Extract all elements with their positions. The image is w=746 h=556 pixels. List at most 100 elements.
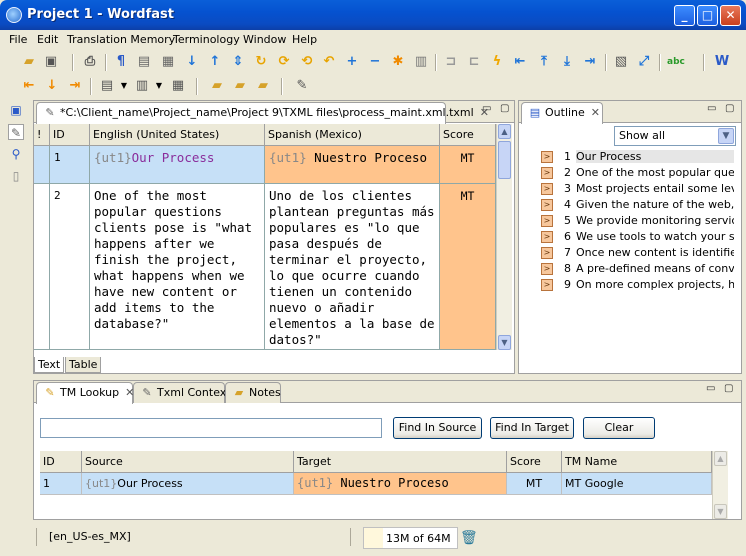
database-icon[interactable]: ▯ bbox=[8, 168, 24, 184]
note-icon[interactable]: ✎ bbox=[294, 78, 310, 94]
column-target[interactable]: Spanish (Mexico) bbox=[265, 124, 440, 146]
star-icon[interactable]: ✱ bbox=[390, 54, 406, 70]
menu-edit[interactable]: Edit bbox=[37, 33, 58, 46]
column-score[interactable]: Score bbox=[507, 451, 562, 473]
column-id[interactable]: ID bbox=[40, 451, 82, 473]
tab-table[interactable]: Table bbox=[65, 357, 102, 373]
export-icon[interactable]: ▦ bbox=[160, 54, 176, 70]
list-item[interactable]: >9 On more complex projects, howe bbox=[519, 277, 741, 293]
segment-left-icon[interactable]: ⊐ bbox=[443, 54, 459, 70]
folder-tm-icon[interactable]: ▰ bbox=[209, 78, 225, 94]
lookup-target[interactable]: {ut1} Nuestro Proceso bbox=[294, 473, 507, 495]
close-button[interactable]: ✕ bbox=[720, 5, 741, 26]
search-perspective-icon[interactable]: ⚲ bbox=[8, 146, 24, 162]
last-icon[interactable]: ⇥ bbox=[582, 54, 598, 70]
arrow-up-icon[interactable]: ↑ bbox=[207, 54, 223, 70]
folder-delete-icon[interactable]: ▰ bbox=[232, 78, 248, 94]
scroll-up-icon[interactable]: ▲ bbox=[498, 124, 511, 139]
clear-button[interactable]: Clear bbox=[583, 417, 655, 439]
tab-tm-lookup[interactable]: ✎ TM Lookup ✕ bbox=[36, 382, 134, 404]
menu-file[interactable]: File bbox=[9, 33, 27, 46]
chevron-down-icon[interactable]: ▼ bbox=[151, 78, 167, 94]
menu-window[interactable]: Window bbox=[243, 33, 286, 46]
print-icon[interactable]: ⎙ bbox=[82, 54, 98, 70]
open-folder-icon[interactable]: ▰ bbox=[21, 54, 37, 70]
column-tm-name[interactable]: TM Name bbox=[562, 451, 712, 473]
target-segment[interactable]: Uno de los clientes plantean preguntas m… bbox=[265, 184, 440, 350]
chevron-down-icon[interactable]: ▼ bbox=[116, 78, 132, 94]
editor-scrollbar[interactable]: ▲ ▼ bbox=[496, 124, 512, 350]
row-flag[interactable] bbox=[34, 184, 50, 350]
lookup-scrollbar[interactable]: ▲ ▼ bbox=[712, 451, 728, 519]
tab-txml-context[interactable]: ✎ Txml Context bbox=[133, 382, 231, 403]
source-segment[interactable]: {ut1}Our Process bbox=[90, 146, 265, 184]
plus-icon[interactable]: + bbox=[344, 54, 360, 70]
view-icon[interactable]: ▦ bbox=[170, 78, 186, 94]
column-source[interactable]: Source bbox=[82, 451, 294, 473]
minus-icon[interactable]: − bbox=[367, 54, 383, 70]
list-item[interactable]: >5 We provide monitoring services bbox=[519, 213, 741, 229]
tab-process-maint[interactable]: ✎ *C:\Client_name\Project_name\Project 9\… bbox=[36, 102, 489, 124]
arrow-down-up-icon[interactable]: ⇕ bbox=[230, 54, 246, 70]
column-target[interactable]: Target bbox=[294, 451, 507, 473]
list-item[interactable]: >4 Given the nature of the web, t bbox=[519, 197, 741, 213]
list-item[interactable]: >8 A pre-defined means of conveya bbox=[519, 261, 741, 277]
list-item[interactable]: >3 Most projects entail some leve bbox=[519, 181, 741, 197]
scroll-thumb[interactable] bbox=[498, 141, 511, 179]
list-item[interactable]: >2 One of the most popular questi bbox=[519, 165, 741, 181]
save-icon[interactable]: ▣ bbox=[43, 54, 59, 70]
maximize-button[interactable]: □ bbox=[697, 5, 718, 26]
lightning-icon[interactable]: ϟ bbox=[489, 54, 505, 70]
new-perspective-icon[interactable]: ▣ bbox=[8, 102, 24, 118]
translate-perspective-icon[interactable]: ✎ bbox=[8, 124, 24, 140]
close-icon[interactable]: ✕ bbox=[591, 106, 600, 119]
word-icon[interactable]: W bbox=[714, 54, 730, 70]
column-flag[interactable]: ! bbox=[34, 124, 50, 146]
commit-all-icon[interactable]: ⟲ bbox=[299, 54, 315, 70]
find-in-source-button[interactable]: Find In Source bbox=[393, 417, 482, 439]
first-icon[interactable]: ⇤ bbox=[512, 54, 528, 70]
find-in-target-button[interactable]: Find In Target bbox=[490, 417, 574, 439]
lock-icon[interactable]: ▥ bbox=[413, 54, 429, 70]
properties-icon[interactable]: ▧ bbox=[613, 54, 629, 70]
minimize-button[interactable]: _ bbox=[674, 5, 695, 26]
folder-add-icon[interactable]: ▰ bbox=[255, 78, 271, 94]
scroll-up-icon[interactable]: ▲ bbox=[714, 451, 727, 466]
row-flag[interactable] bbox=[34, 146, 50, 184]
tm-name[interactable]: MT Google bbox=[562, 473, 712, 495]
table-row-id[interactable]: 1 bbox=[50, 146, 90, 184]
lookup-source[interactable]: {ut1}Our Process bbox=[82, 473, 294, 495]
minimize-view-icon[interactable]: ▭ bbox=[706, 383, 715, 394]
menu-terminology[interactable]: Terminology bbox=[173, 33, 240, 46]
expand-icon[interactable]: ⤢ bbox=[636, 54, 652, 70]
tab-notes[interactable]: ▰ Notes bbox=[225, 382, 281, 403]
spellcheck-icon[interactable]: abc bbox=[667, 54, 685, 70]
chevron-down-icon[interactable]: ▼ bbox=[718, 128, 734, 144]
split-icon[interactable]: ▥ bbox=[134, 78, 150, 94]
table-row-id[interactable]: 1 bbox=[40, 473, 82, 495]
commit-icon[interactable]: ↻ bbox=[253, 54, 269, 70]
scroll-down-icon[interactable]: ▼ bbox=[498, 335, 511, 350]
list-item[interactable]: >1 Our Process bbox=[519, 149, 741, 165]
commit-next-icon[interactable]: ⟳ bbox=[276, 54, 292, 70]
tab-outline[interactable]: ▤ Outline ✕ bbox=[521, 102, 603, 124]
next-icon[interactable]: ⇥ bbox=[67, 78, 83, 94]
undo-icon[interactable]: ↶ bbox=[321, 54, 337, 70]
maximize-view-icon[interactable]: ▢ bbox=[724, 383, 733, 394]
tab-text[interactable]: Text bbox=[34, 357, 65, 373]
copy-source-icon[interactable]: ▤ bbox=[136, 54, 152, 70]
prev-icon[interactable]: ⇤ bbox=[21, 78, 37, 94]
source-segment[interactable]: One of the most popular questions client… bbox=[90, 184, 265, 350]
scroll-down-icon[interactable]: ▼ bbox=[714, 504, 727, 519]
arrow-down-icon[interactable]: ↓ bbox=[184, 54, 200, 70]
pilcrow-icon[interactable]: ¶ bbox=[113, 54, 129, 70]
minimize-view-icon[interactable]: ▭ bbox=[482, 103, 491, 114]
heap-status[interactable]: 13M of 64M bbox=[363, 527, 458, 549]
column-id[interactable]: ID bbox=[50, 124, 90, 146]
target-segment[interactable]: {ut1} Nuestro Proceso bbox=[265, 146, 440, 184]
bottom-icon[interactable]: ⤓ bbox=[559, 54, 575, 70]
outline-filter-select[interactable]: Show all ▼ bbox=[614, 126, 736, 146]
title-bar[interactable]: Project 1 - Wordfast _ □ ✕ bbox=[0, 0, 746, 30]
maximize-view-icon[interactable]: ▢ bbox=[500, 103, 509, 114]
maximize-view-icon[interactable]: ▢ bbox=[725, 103, 734, 114]
